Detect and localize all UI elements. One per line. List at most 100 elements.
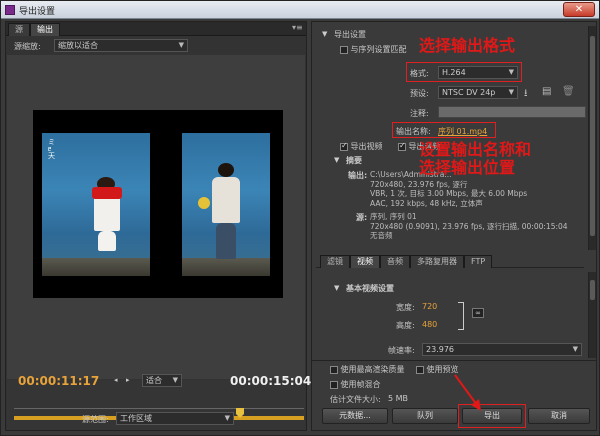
person-legs xyxy=(98,231,116,251)
summary-source-line: 无音频 xyxy=(370,231,393,240)
current-timecode[interactable]: 00:00:11:17 xyxy=(18,374,99,388)
comments-label: 注释: xyxy=(410,109,429,118)
annotation-arrow xyxy=(454,374,481,411)
match-sequence-checkbox[interactable] xyxy=(340,45,348,54)
summary-output-line: 720x480, 23.976 fps, 逐行 xyxy=(370,179,468,189)
summary-source-line: 720x480 (0.9091), 23.976 fps, 逐行扫描, 00:0… xyxy=(370,221,568,231)
scale-label: 源缩放: xyxy=(14,42,41,51)
frame-blend-row[interactable]: 使用帧混合 xyxy=(330,379,381,390)
scrollbar-thumb[interactable] xyxy=(590,36,595,236)
arrow-shaft xyxy=(454,374,478,406)
person-legs xyxy=(216,223,236,259)
tab-multiplexer[interactable]: 多路复用器 xyxy=(410,255,464,268)
tab-output[interactable]: 输出 xyxy=(30,23,60,36)
tab-ftp[interactable]: FTP xyxy=(464,255,493,268)
panel-menu-icon[interactable]: ▾≡ xyxy=(292,24,303,33)
max-render-checkbox[interactable] xyxy=(330,365,338,374)
flower-bouquet xyxy=(198,197,210,209)
scrollbar-thumb[interactable] xyxy=(590,280,595,300)
close-button[interactable]: ✕ xyxy=(563,2,595,17)
scale-value: 缩放以适合 xyxy=(58,41,98,50)
framerate-value: 23.976 xyxy=(426,345,454,354)
annotation-set-output: 设置输出名称和 选择输出位置 xyxy=(419,140,532,177)
source-range-dropdown[interactable]: 工作区域 ▼ xyxy=(116,412,234,425)
chevron-down-icon: ▼ xyxy=(572,345,578,353)
tab-video[interactable]: 视频 xyxy=(350,255,380,268)
collapse-triangle-icon[interactable]: ▼ xyxy=(334,284,339,292)
export-audio-checkbox[interactable] xyxy=(398,142,406,151)
preview-image-right xyxy=(182,133,270,276)
preview-image-left: ミ ᥱ 天 xyxy=(42,133,150,276)
app-icon xyxy=(5,5,15,15)
export-settings-window: 导出设置 ✕ 源 输出 ▾≡ 源缩放: 缩放以适合 ▼ ミ ᥱ 天 00:00:… xyxy=(0,0,600,436)
use-preview-checkbox[interactable] xyxy=(416,365,424,374)
max-render-label: 使用最高渲染质量 xyxy=(340,365,405,374)
comments-input[interactable] xyxy=(438,106,586,118)
tab-filters[interactable]: 滤镜 xyxy=(320,255,350,268)
source-range-label: 源范围: xyxy=(82,415,109,424)
summary-source-line: 序列, 序列 01 xyxy=(370,212,417,221)
cancel-button[interactable]: 取消 xyxy=(528,408,590,424)
fit-dropdown[interactable]: 适合 ▼ xyxy=(142,374,182,387)
collapse-triangle-icon[interactable]: ▼ xyxy=(334,156,339,164)
export-settings-panel: ▼ 导出设置 与序列设置匹配 格式: H.264 ▼ 预设: NTSC DV 2… xyxy=(311,21,597,431)
tab-audio[interactable]: 音频 xyxy=(380,255,410,268)
ruler-line xyxy=(14,408,304,409)
file-size-label: 估计文件大小: xyxy=(330,395,381,404)
source-range-value: 工作区域 xyxy=(120,414,152,423)
total-timecode: 00:00:15:04 xyxy=(230,374,312,388)
summary-title: 摘要 xyxy=(346,156,362,165)
file-size-value: 5 MB xyxy=(388,394,409,403)
person-figure xyxy=(212,177,240,223)
delete-preset-icon[interactable]: 🗑 xyxy=(562,86,575,97)
max-render-row[interactable]: 使用最高渲染质量 xyxy=(330,364,405,375)
match-sequence-row[interactable]: 与序列设置匹配 xyxy=(340,44,407,55)
chevron-down-icon: ▼ xyxy=(224,414,230,422)
preset-label: 预设: xyxy=(410,89,429,98)
preset-value: NTSC DV 24p xyxy=(442,88,496,97)
window-title: 导出设置 xyxy=(19,7,56,17)
metadata-button[interactable]: 元数据... xyxy=(322,408,388,424)
width-label: 宽度: xyxy=(396,303,415,312)
collapse-triangle-icon[interactable]: ▼ xyxy=(322,30,327,38)
tab-source[interactable]: 源 xyxy=(8,23,30,36)
preset-dropdown[interactable]: NTSC DV 24p ▼ xyxy=(438,86,518,99)
divider xyxy=(312,360,596,361)
match-sequence-label: 与序列设置匹配 xyxy=(350,45,407,54)
annotation-select-format: 选择输出格式 xyxy=(419,36,516,55)
width-value[interactable]: 720 xyxy=(422,302,437,311)
summary-scrollbar[interactable] xyxy=(588,26,596,250)
summary-source-label: 源: xyxy=(356,213,368,222)
image-title-overlay: ミ ᥱ 天 xyxy=(48,138,55,160)
export-video-row[interactable]: 导出视频 xyxy=(340,141,383,152)
chevron-down-icon: ▼ xyxy=(178,41,184,49)
import-preset-icon[interactable]: ▤ xyxy=(542,86,551,97)
height-label: 高度: xyxy=(396,321,415,330)
export-video-checkbox[interactable] xyxy=(340,142,348,151)
export-settings-title: 导出设置 xyxy=(334,30,366,39)
framerate-dropdown[interactable]: 23.976 ▼ xyxy=(422,343,582,356)
height-value[interactable]: 480 xyxy=(422,320,437,329)
frame-blend-label: 使用帧混合 xyxy=(340,380,381,389)
save-preset-icon[interactable]: ⭳ xyxy=(524,86,528,103)
basic-video-title: 基本视频设置 xyxy=(346,284,394,293)
fit-value: 适合 xyxy=(146,376,162,385)
video-scrollbar[interactable] xyxy=(588,272,596,358)
scale-dropdown[interactable]: 缩放以适合 ▼ xyxy=(54,39,188,52)
chevron-down-icon: ▼ xyxy=(172,376,178,384)
link-aspect-icon[interactable]: ∞ xyxy=(472,308,484,318)
arrow-head xyxy=(471,399,481,411)
person-hair xyxy=(218,163,234,177)
export-video-label: 导出视频 xyxy=(350,142,383,151)
summary-source-text: 序列, 序列 01 720x480 (0.9091), 23.976 fps, … xyxy=(370,212,568,241)
settings-tabbar: 滤镜 视频 音频 多路复用器 FTP xyxy=(316,255,584,268)
step-forward-icon[interactable]: ▸ xyxy=(126,376,130,384)
summary-output-line: VBR, 1 次, 目标 3.00 Mbps, 最大 6.00 Mbps xyxy=(370,189,528,198)
output-name-highlight-box xyxy=(392,122,496,138)
frame-blend-checkbox[interactable] xyxy=(330,380,338,389)
panel-tabbar: 源 输出 ▾≡ xyxy=(6,22,306,36)
title-bar: 导出设置 ✕ xyxy=(1,1,599,19)
step-back-icon[interactable]: ◂ xyxy=(114,376,118,384)
aspect-bracket xyxy=(458,302,464,330)
framerate-label: 帧速率: xyxy=(388,346,415,355)
